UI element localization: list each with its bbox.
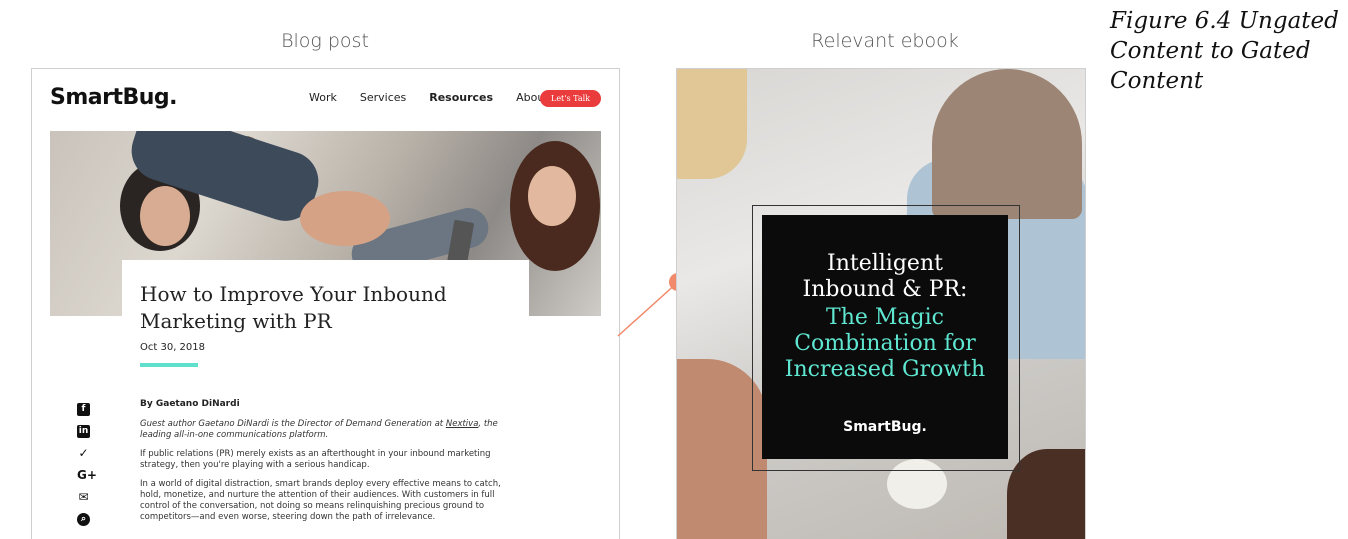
nav-work[interactable]: Work — [309, 91, 337, 104]
relevant-ebook-label: Relevant ebook — [811, 30, 959, 52]
nav-resources[interactable]: Resources — [429, 91, 493, 104]
post-title: How to Improve Your Inbound Marketing wi… — [140, 282, 447, 333]
post-date: Oct 30, 2018 — [140, 342, 205, 353]
connector-stroke — [617, 281, 679, 337]
ebook-bg-man-head — [932, 69, 1082, 219]
paragraph: In a world of digital distraction, smart… — [140, 479, 501, 522]
byline: By Gaetano DiNardi — [140, 399, 240, 409]
figure-caption: Figure 6.4 Ungated Content to Gated Cont… — [1110, 8, 1339, 94]
article-body: By Gaetano DiNardi Guest author Gaetano … — [140, 399, 515, 531]
ebook-title-line: Intelligent — [827, 251, 943, 276]
linkedin-icon[interactable]: in — [77, 425, 90, 438]
hero-handshake — [300, 191, 390, 246]
google-plus-icon[interactable]: G+ — [77, 469, 97, 482]
ebook-subtitle-line: Combination for — [794, 331, 976, 356]
nextiva-link[interactable]: Nextiva — [446, 419, 479, 429]
ebook-title-panel: Intelligent Inbound & PR: The Magic Comb… — [762, 215, 1008, 459]
title-underline — [140, 363, 198, 367]
ebook-subtitle: The Magic Combination for Increased Grow… — [762, 305, 1008, 383]
ebook-logo: SmartBug. — [843, 419, 927, 435]
ebook-subtitle-line: Increased Growth — [784, 357, 986, 382]
ebook-subtitle-line: The Magic — [826, 305, 944, 330]
blog-post-screenshot: SmartBug. Work Services Resources About … — [31, 68, 620, 539]
hero-person-left-face — [140, 186, 190, 246]
author-note-pre: Guest author Gaetano DiNardi is the Dire… — [140, 419, 446, 429]
author-note: Guest author Gaetano DiNardi is the Dire… — [140, 419, 515, 441]
ebook-title: Intelligent Inbound & PR: — [762, 251, 1008, 303]
ebook-cover-image: Intelligent Inbound & PR: The Magic Comb… — [676, 68, 1086, 539]
hero-person-right-face — [528, 166, 576, 226]
social-share-bar: f in ✓ G+ ✉ ⌕ — [77, 403, 97, 535]
email-icon[interactable]: ✉ — [77, 491, 90, 504]
ebook-bg-person-left — [677, 69, 747, 179]
facebook-icon[interactable]: f — [77, 403, 90, 416]
main-nav: Work Services Resources About — [309, 91, 572, 104]
paragraph: If public relations (PR) merely exists a… — [140, 449, 491, 470]
site-logo[interactable]: SmartBug. — [50, 85, 178, 110]
nav-services[interactable]: Services — [360, 91, 406, 104]
twitter-icon[interactable]: ✓ — [77, 447, 90, 460]
ebook-title-line: Inbound & PR: — [802, 277, 968, 302]
lets-talk-button[interactable]: Let's Talk — [540, 90, 601, 107]
blog-post-label: Blog post — [281, 30, 369, 52]
search-icon[interactable]: ⌕ — [77, 513, 90, 526]
